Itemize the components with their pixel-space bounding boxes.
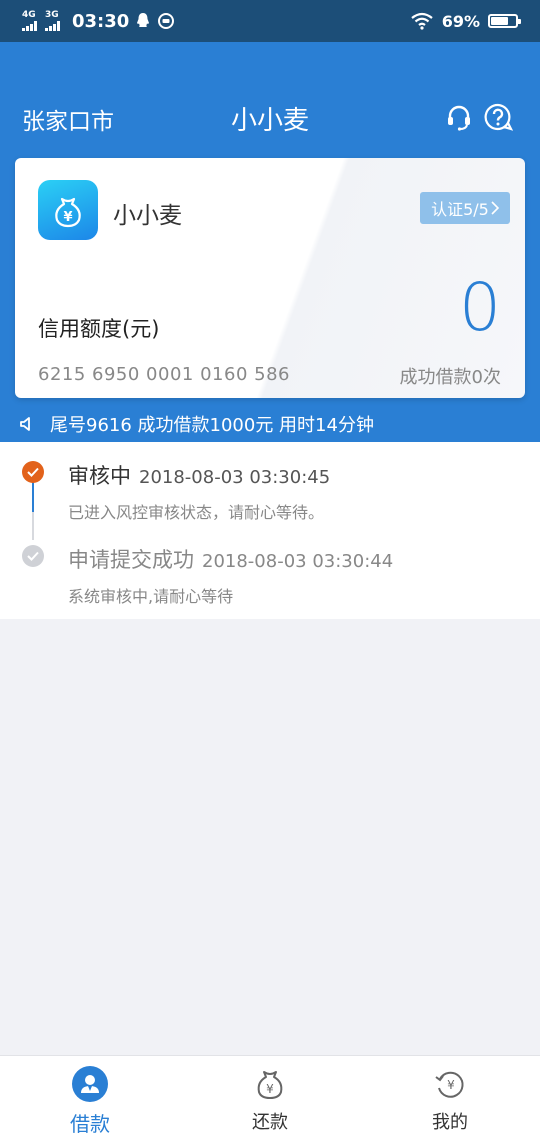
svg-text:¥: ¥ <box>447 1078 455 1092</box>
battery-icon <box>488 14 521 28</box>
signal-bars-icon <box>45 21 60 31</box>
tab-borrow[interactable]: 借款 <box>0 1056 180 1141</box>
timeline-step-time: 2018-08-03 03:30:45 <box>139 467 331 488</box>
loan-notice-text: 尾号9616 成功借款1000元 用时14分钟 <box>50 414 374 436</box>
svg-text:¥: ¥ <box>63 210 72 225</box>
credit-card[interactable]: ¥ 小小麦 认证5/5 信用额度(元) 0 6215 6950 0001 016… <box>15 158 525 398</box>
credit-label: 信用额度(元) <box>38 317 160 341</box>
chevron-right-icon <box>491 201 499 215</box>
check-icon <box>27 467 39 477</box>
verify-badge-label: 认证5/5 <box>431 200 489 219</box>
bottom-tab-bar: 借款 ¥ 还款 ¥ 我的 <box>0 1055 540 1141</box>
status-time: 03:30 <box>72 10 130 32</box>
timeline-line <box>32 482 34 540</box>
network-3g-label: 3G <box>45 10 59 20</box>
timeline-step-time: 2018-08-03 03:30:44 <box>202 551 394 572</box>
money-bag-icon: ¥ <box>257 1071 283 1099</box>
timeline-item-title: 审核中 2018-08-03 03:30:45 <box>68 460 330 490</box>
tab-repay[interactable]: ¥ 还款 <box>180 1056 360 1141</box>
money-bag-icon: ¥ <box>55 197 81 228</box>
headset-icon[interactable] <box>444 102 474 132</box>
status-left: 4G 3G 03:30 <box>22 9 175 33</box>
credit-amount: 0 <box>459 269 501 346</box>
status-bar: 4G 3G 03:30 69% <box>0 0 540 42</box>
app-logo: ¥ <box>38 180 98 240</box>
card-number: 6215 6950 0001 0160 586 <box>38 364 290 385</box>
timeline-step-desc: 已进入风控审核状态，请耐心等待。 <box>68 503 325 522</box>
network-4g-label: 4G <box>22 10 36 20</box>
timeline-done-dot <box>22 545 44 567</box>
signal-bars-icon <box>22 21 37 31</box>
timeline-step-desc: 系统审核中,请耐心等待 <box>68 587 234 606</box>
svg-text:¥: ¥ <box>266 1082 274 1096</box>
card-app-name: 小小麦 <box>113 203 182 229</box>
loan-notice-bar: 尾号9616 成功借款1000元 用时14分钟 <box>0 405 540 442</box>
tab-repay-label: 还款 <box>252 1112 288 1133</box>
help-icon[interactable] <box>483 102 513 132</box>
network-4g-indicator: 4G <box>22 11 37 31</box>
check-icon <box>27 551 39 561</box>
timeline-step-name: 审核中 <box>68 464 131 488</box>
verify-badge[interactable]: 认证5/5 <box>420 192 510 224</box>
tab-mine[interactable]: ¥ 我的 <box>360 1056 540 1141</box>
history-yuan-icon: ¥ <box>435 1071 464 1098</box>
timeline-active-dot <box>22 461 44 483</box>
qq-icon <box>137 13 150 27</box>
battery-percent: 69% <box>441 11 480 31</box>
wifi-icon <box>411 12 433 30</box>
timeline-item-title: 申请提交成功 2018-08-03 03:30:44 <box>68 544 393 574</box>
tab-mine-label: 我的 <box>432 1112 468 1133</box>
network-3g-indicator: 3G <box>45 11 60 31</box>
status-right: 69% <box>410 9 521 33</box>
message-icon <box>158 13 175 29</box>
timeline-step-name: 申请提交成功 <box>68 548 194 572</box>
loan-count: 成功借款0次 <box>399 367 501 388</box>
speaker-icon <box>20 416 30 431</box>
application-timeline: 审核中 2018-08-03 03:30:45 已进入风控审核状态，请耐心等待。 … <box>0 442 540 619</box>
tab-borrow-label: 借款 <box>70 1112 110 1136</box>
battery-level <box>491 17 508 25</box>
borrow-icon <box>72 1066 108 1102</box>
